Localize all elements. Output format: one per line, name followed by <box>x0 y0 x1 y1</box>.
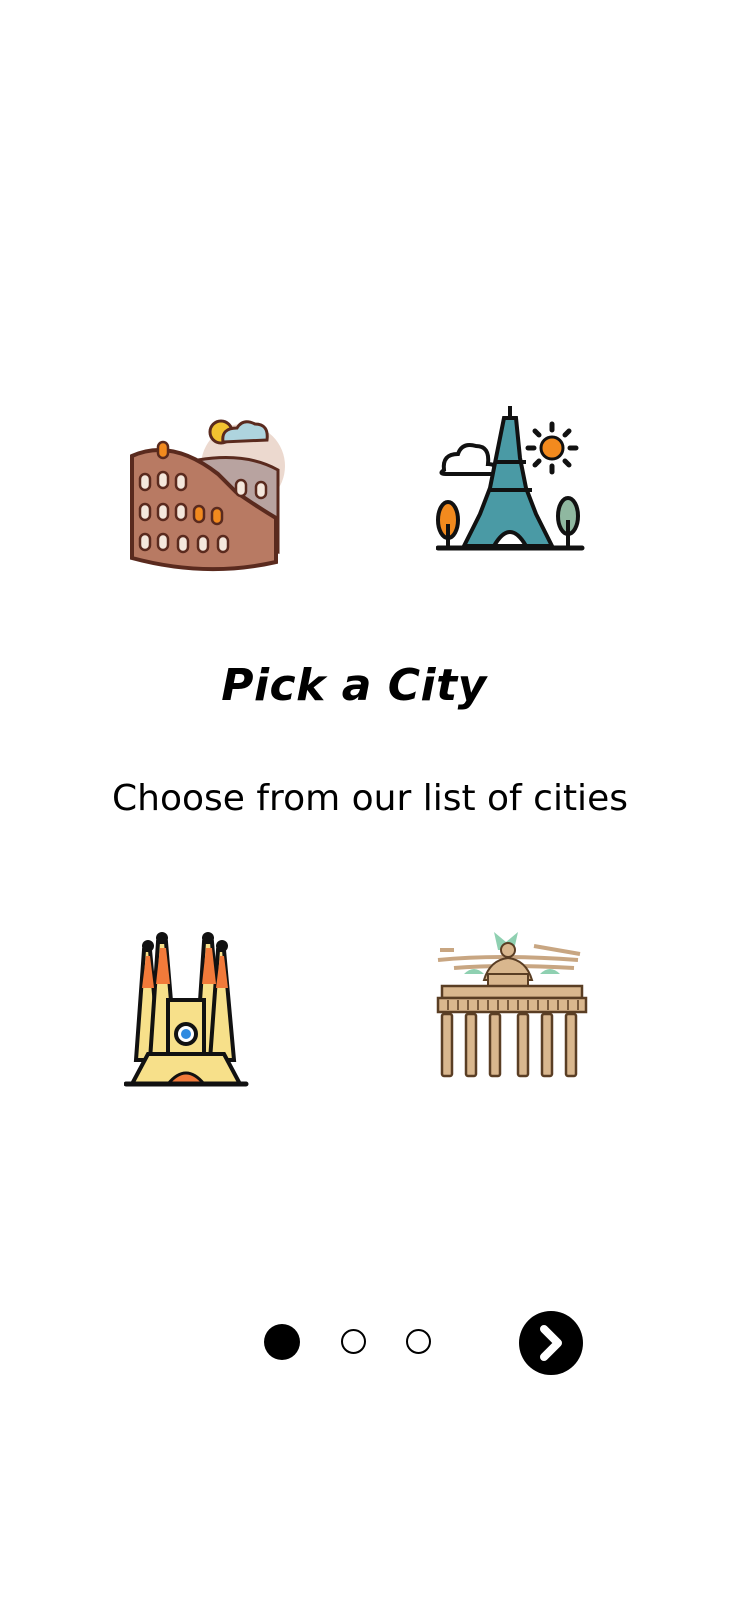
next-button[interactable] <box>519 1311 583 1375</box>
page-subtitle: Choose from our list of cities <box>112 778 628 819</box>
page-indicator-3[interactable] <box>406 1329 431 1354</box>
chevron-right-icon <box>540 1325 562 1361</box>
sagrada-familia-icon <box>123 932 254 1096</box>
brandenburg-gate-icon <box>434 930 590 1086</box>
page-title: Pick a City <box>221 660 487 711</box>
page-indicator-2[interactable] <box>341 1329 366 1354</box>
colosseum-icon <box>128 418 288 577</box>
eiffel-tower-icon <box>435 406 586 560</box>
page-indicator-1[interactable] <box>264 1324 300 1360</box>
